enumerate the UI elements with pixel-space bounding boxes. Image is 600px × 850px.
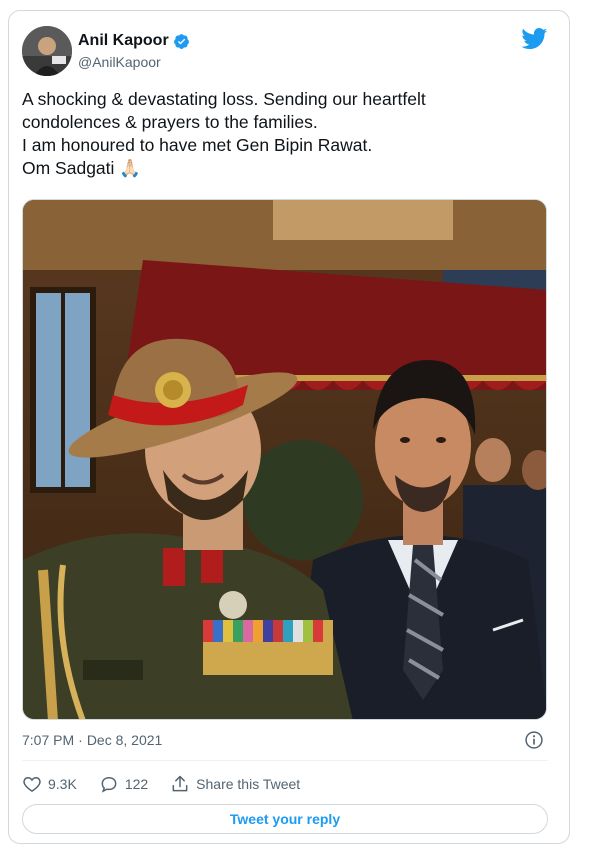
reply-button[interactable]: 122 <box>99 774 148 794</box>
tweet-your-reply-button[interactable]: Tweet your reply <box>22 804 548 834</box>
author-handle[interactable]: @AnilKapoor <box>78 54 161 70</box>
like-button[interactable]: 9.3K <box>22 774 77 794</box>
share-button[interactable]: Share this Tweet <box>170 774 300 794</box>
heart-icon <box>23 776 41 792</box>
tweet-actions: 9.3K 122 Share this Tweet <box>22 770 322 798</box>
divider <box>22 760 548 761</box>
tweet-timestamp[interactable]: 7:07 PM · Dec 8, 2021 <box>22 732 162 748</box>
author-name[interactable]: Anil Kapoor <box>78 32 190 50</box>
share-icon <box>172 775 188 792</box>
reply-bubble-icon <box>101 776 117 793</box>
tweet-text-line: condolences & prayers to the families. <box>22 112 318 132</box>
verified-badge-icon <box>173 33 189 49</box>
tweet-date[interactable]: Dec 8, 2021 <box>87 732 163 748</box>
reply-count: 122 <box>124 776 149 792</box>
author-name-text[interactable]: Anil Kapoor <box>78 32 169 50</box>
info-icon[interactable] <box>524 730 544 750</box>
tweet-text: A shocking & devastating loss. Sending o… <box>22 88 542 180</box>
twitter-bird-icon[interactable] <box>521 28 548 50</box>
tweet-photo[interactable] <box>22 199 547 720</box>
tweet-text-line: A shocking & devastating loss. Sending o… <box>22 89 426 109</box>
share-label: Share this Tweet <box>196 776 301 792</box>
timestamp-separator: · <box>78 732 83 748</box>
avatar[interactable] <box>22 26 72 76</box>
tweet-time[interactable]: 7:07 PM <box>22 732 74 748</box>
tweet-text-line: Om Sadgati 🙏🏻 <box>22 158 142 178</box>
like-count: 9.3K <box>48 776 77 792</box>
tweet-text-line: I am honoured to have met Gen Bipin Rawa… <box>22 135 373 155</box>
